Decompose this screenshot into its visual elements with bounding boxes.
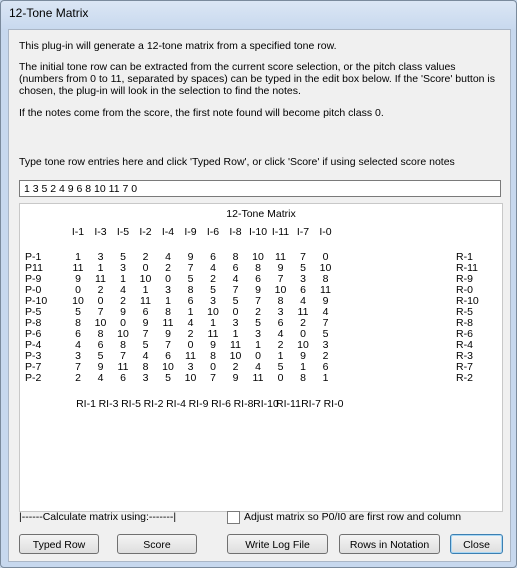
entry-instructions: Type tone row entries here and click 'Ty… xyxy=(19,156,455,168)
adjust-matrix-label: Adjust matrix so P0/I0 are first row and… xyxy=(244,511,462,523)
first-note-text: If the notes come from the score, the fi… xyxy=(19,107,384,119)
calc-label: |------Calculate matrix using:-------| xyxy=(19,511,177,523)
write-log-file-button[interactable]: Write Log File xyxy=(227,534,328,554)
instructions-line-1: The initial tone row can be extracted fr… xyxy=(19,61,456,73)
tone-row-input[interactable]: 1 3 5 2 4 9 6 8 10 11 7 0 xyxy=(19,180,501,197)
close-button[interactable]: Close xyxy=(450,534,503,554)
typed-row-button[interactable]: Typed Row xyxy=(19,534,99,554)
score-button[interactable]: Score xyxy=(117,534,197,554)
prime-row-label: P-2 xyxy=(25,372,42,384)
window-title: 12-Tone Matrix xyxy=(9,6,89,20)
intro-text: This plug-in will generate a 12-tone mat… xyxy=(19,40,337,52)
retrograde-inversion-label: RI-0 xyxy=(323,398,344,410)
dialog-body: This plug-in will generate a 12-tone mat… xyxy=(8,29,511,562)
title-bar[interactable]: 12-Tone Matrix xyxy=(1,1,516,25)
instructions-line-2: (numbers from 0 to 11, separated by spac… xyxy=(19,73,496,85)
matrix-cell: 1 xyxy=(322,372,329,384)
retrograde-row-label: R-2 xyxy=(456,372,473,384)
matrix-title: 12-Tone Matrix xyxy=(226,208,296,220)
inversion-header: I-0 xyxy=(319,226,332,238)
instructions-line-3: chosen, the plug-in will look in the sel… xyxy=(19,85,301,97)
matrix-display: 12-Tone Matrix I-1 I-3 I-5 I-2 I-4 I-9 I-6 I-8 I… xyxy=(19,203,503,512)
plugin-window: 12-Tone Matrix This plug-in will generat… xyxy=(0,0,517,568)
adjust-matrix-checkbox[interactable] xyxy=(227,511,240,524)
rows-in-notation-button[interactable]: Rows in Notation xyxy=(339,534,440,554)
